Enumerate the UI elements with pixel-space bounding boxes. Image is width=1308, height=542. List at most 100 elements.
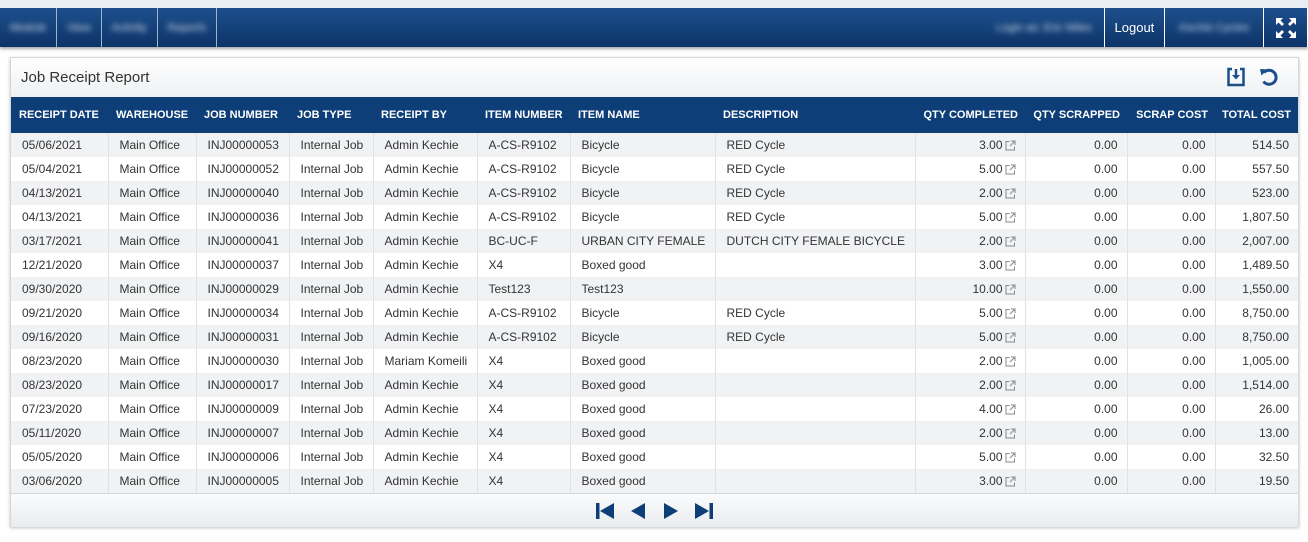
table-cell: Main Office bbox=[108, 421, 197, 445]
table-cell: Admin Kechie bbox=[373, 229, 478, 253]
external-link-icon[interactable] bbox=[1005, 236, 1016, 247]
table-row[interactable]: 09/21/2020 Main Office INJ00000034 Internal… bbox=[11, 301, 1298, 325]
external-link-icon[interactable] bbox=[1005, 212, 1016, 223]
fullscreen-button[interactable] bbox=[1264, 8, 1308, 47]
table-cell: Internal Job bbox=[289, 469, 374, 493]
external-link-icon[interactable] bbox=[1005, 284, 1016, 295]
table-cell: Internal Job bbox=[289, 325, 374, 349]
table-cell: 0.00 bbox=[1025, 277, 1128, 301]
table-cell: 0.00 bbox=[1127, 277, 1216, 301]
table-cell: Main Office bbox=[108, 253, 197, 277]
table-row[interactable]: 08/23/2020 Main Office INJ00000017 Internal… bbox=[11, 373, 1298, 397]
qty-completed-link[interactable]: 2.00 bbox=[979, 186, 1015, 200]
table-cell: RED Cycle bbox=[715, 157, 916, 181]
table-cell: RED Cycle bbox=[715, 325, 916, 349]
table-cell: RED Cycle bbox=[715, 181, 916, 205]
column-header[interactable]: RECEIPT DATE bbox=[11, 97, 108, 133]
table-cell: 0.00 bbox=[1025, 373, 1128, 397]
table-cell: Main Office bbox=[108, 157, 197, 181]
column-header[interactable]: SCRAP COST bbox=[1127, 97, 1215, 133]
table-row[interactable]: 04/13/2021 Main Office INJ00000040 Internal… bbox=[11, 181, 1298, 205]
external-link-icon[interactable] bbox=[1005, 188, 1016, 199]
table-row[interactable]: 03/06/2020 Main Office INJ00000005 Internal… bbox=[11, 469, 1298, 493]
table-cell: 08/23/2020 bbox=[11, 349, 109, 373]
external-link-icon[interactable] bbox=[1005, 404, 1016, 415]
report-header: Job Receipt Report bbox=[11, 58, 1298, 97]
qty-completed-link[interactable]: 2.00 bbox=[979, 426, 1015, 440]
qty-completed-link[interactable]: 3.00 bbox=[979, 138, 1015, 152]
table-cell: Internal Job bbox=[289, 205, 374, 229]
external-link-icon[interactable] bbox=[1005, 452, 1016, 463]
table-row[interactable]: 09/16/2020 Main Office INJ00000031 Internal… bbox=[11, 325, 1298, 349]
table-cell: Main Office bbox=[108, 277, 197, 301]
qty-completed-link[interactable]: 2.00 bbox=[979, 354, 1015, 368]
table-row[interactable]: 07/23/2020 Main Office INJ00000009 Internal… bbox=[11, 397, 1298, 421]
table-row[interactable]: 05/04/2021 Main Office INJ00000052 Internal… bbox=[11, 157, 1298, 181]
table-cell: Internal Job bbox=[289, 349, 374, 373]
column-header[interactable]: RECEIPT BY bbox=[373, 97, 477, 133]
column-header[interactable]: TOTAL COST bbox=[1215, 97, 1298, 133]
column-header[interactable]: QTY COMPLETED bbox=[915, 97, 1025, 133]
qty-completed-link[interactable]: 2.00 bbox=[979, 378, 1015, 392]
table-cell: 0.00 bbox=[1127, 229, 1216, 253]
column-header[interactable]: ITEM NUMBER bbox=[477, 97, 570, 133]
table-cell: INJ00000053 bbox=[196, 133, 290, 157]
external-link-icon[interactable] bbox=[1005, 476, 1016, 487]
column-header[interactable]: QTY SCRAPPED bbox=[1025, 97, 1127, 133]
table-cell: INJ00000009 bbox=[196, 397, 290, 421]
qty-completed-link[interactable]: 5.00 bbox=[979, 330, 1015, 344]
external-link-icon[interactable] bbox=[1005, 260, 1016, 271]
last-page-button[interactable] bbox=[694, 501, 714, 521]
column-header[interactable]: JOB NUMBER bbox=[196, 97, 289, 133]
table-row[interactable]: 03/17/2021 Main Office INJ00000041 Internal… bbox=[11, 229, 1298, 253]
qty-completed-link[interactable]: 5.00 bbox=[979, 306, 1015, 320]
table-cell: 0.00 bbox=[1127, 349, 1216, 373]
external-link-icon[interactable] bbox=[1005, 164, 1016, 175]
column-header[interactable]: JOB TYPE bbox=[289, 97, 373, 133]
logout-button[interactable]: Logout bbox=[1105, 8, 1166, 47]
table-cell: 4.00 bbox=[915, 397, 1026, 421]
qty-completed-link[interactable]: 5.00 bbox=[979, 450, 1015, 464]
previous-page-button[interactable] bbox=[628, 501, 648, 521]
external-link-icon[interactable] bbox=[1005, 140, 1016, 151]
qty-completed-link[interactable]: 3.00 bbox=[979, 258, 1015, 272]
table-cell: 0.00 bbox=[1025, 229, 1128, 253]
external-link-icon[interactable] bbox=[1005, 428, 1016, 439]
qty-completed-link[interactable]: 5.00 bbox=[979, 210, 1015, 224]
table-cell: 1,550.00 bbox=[1242, 282, 1289, 296]
column-header[interactable]: WAREHOUSE bbox=[108, 97, 196, 133]
next-page-button[interactable] bbox=[661, 501, 681, 521]
menu-item[interactable]: Reports bbox=[158, 8, 218, 47]
table-cell: 2.00 bbox=[915, 229, 1026, 253]
table-cell: Boxed good bbox=[570, 373, 716, 397]
table-row[interactable]: 12/21/2020 Main Office INJ00000037 Internal… bbox=[11, 253, 1298, 277]
table-row[interactable]: 08/23/2020 Main Office INJ00000030 Internal… bbox=[11, 349, 1298, 373]
external-link-icon[interactable] bbox=[1005, 380, 1016, 391]
qty-completed-link[interactable]: 10.00 bbox=[972, 282, 1015, 296]
table-cell: 09/30/2020 bbox=[11, 277, 109, 301]
table-row[interactable]: 05/11/2020 Main Office INJ00000007 Internal… bbox=[11, 421, 1298, 445]
table-row[interactable]: 09/30/2020 Main Office INJ00000029 Internal… bbox=[11, 277, 1298, 301]
menu-item[interactable]: Module bbox=[0, 8, 58, 47]
qty-completed-link[interactable]: 4.00 bbox=[979, 402, 1015, 416]
menu-item[interactable]: View bbox=[57, 8, 102, 47]
qty-completed-link[interactable]: 3.00 bbox=[979, 474, 1015, 488]
table-row[interactable]: 05/05/2020 Main Office INJ00000006 Internal… bbox=[11, 445, 1298, 469]
table-cell: 09/21/2020 bbox=[11, 301, 109, 325]
column-header[interactable]: DESCRIPTION bbox=[715, 97, 915, 133]
table-cell: INJ00000007 bbox=[196, 421, 290, 445]
table-cell: 0.00 bbox=[1025, 253, 1128, 277]
external-link-icon[interactable] bbox=[1005, 356, 1016, 367]
external-link-icon[interactable] bbox=[1005, 332, 1016, 343]
qty-completed-link[interactable]: 2.00 bbox=[979, 234, 1015, 248]
table-row[interactable]: 05/06/2021 Main Office INJ00000053 Internal… bbox=[11, 133, 1298, 157]
table-cell: Admin Kechie bbox=[373, 445, 478, 469]
menu-item[interactable]: Activity bbox=[102, 8, 158, 47]
qty-completed-link[interactable]: 5.00 bbox=[979, 162, 1015, 176]
refresh-button[interactable] bbox=[1258, 66, 1280, 88]
table-row[interactable]: 04/13/2021 Main Office INJ00000036 Internal… bbox=[11, 205, 1298, 229]
export-button[interactable] bbox=[1225, 66, 1247, 88]
first-page-button[interactable] bbox=[595, 501, 615, 521]
column-header[interactable]: ITEM NAME bbox=[570, 97, 715, 133]
external-link-icon[interactable] bbox=[1005, 308, 1016, 319]
